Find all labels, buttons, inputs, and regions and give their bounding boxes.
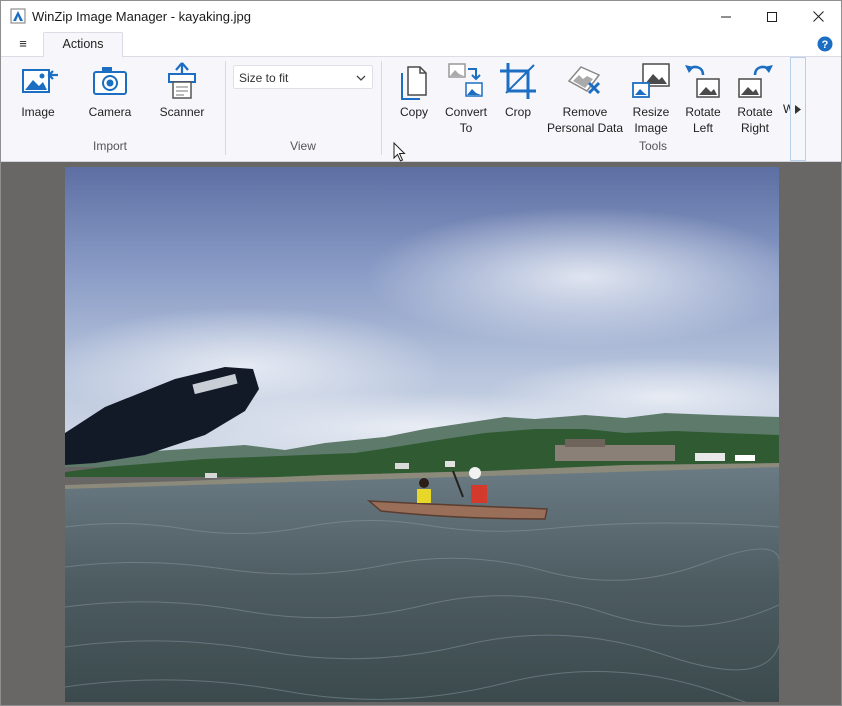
remove-personal-data-button[interactable]: Remove Personal Data <box>546 61 624 137</box>
import-image-label: Image <box>21 105 55 119</box>
convert-icon <box>448 63 483 97</box>
convert-to-line1: Convert <box>444 105 488 119</box>
rotate-left-line1: Rotate <box>685 105 721 119</box>
remove-personal-data-label: Remove Personal Data <box>547 104 623 136</box>
maximize-icon <box>767 11 777 22</box>
rotate-right-line2: Right <box>740 121 769 135</box>
view-size-dropdown[interactable]: Size to fit <box>233 65 373 89</box>
resize-image-icon <box>632 63 670 98</box>
view-size-value: Size to fit <box>239 71 289 85</box>
minimize-icon <box>721 16 731 17</box>
rotate-left-button[interactable]: Rotate Left <box>681 61 725 137</box>
rotate-right-icon <box>738 65 773 98</box>
tab-actions[interactable]: Actions <box>43 32 123 57</box>
rotate-left-icon <box>685 65 720 98</box>
mouse-cursor-icon <box>393 142 406 162</box>
rotate-left-line2: Left <box>692 121 713 135</box>
ribbon-scroll-right-button[interactable] <box>790 57 806 161</box>
remove-line2: Personal Data <box>546 121 624 135</box>
ribbon-separator <box>225 61 226 155</box>
chevron-down-icon <box>356 75 366 81</box>
ribbon: Image Camera Scanner Import Size to fit … <box>1 56 841 162</box>
import-camera-label: Camera <box>88 105 132 119</box>
image-canvas[interactable] <box>1 162 841 705</box>
convert-to-label: Convert To <box>445 104 487 136</box>
photo-image <box>65 167 779 702</box>
convert-to-button[interactable]: Convert To <box>441 61 491 137</box>
help-icon[interactable]: ? <box>817 36 833 52</box>
app-window: WinZip Image Manager - kayaking.jpg ≡ Ac… <box>0 0 842 706</box>
import-image-button[interactable]: Image <box>15 61 61 137</box>
crop-label: Crop <box>504 105 531 119</box>
winzip-app-icon <box>10 8 26 24</box>
tools-group-label: Tools <box>638 139 667 153</box>
ribbon-separator <box>381 61 382 155</box>
remove-personal-data-icon <box>567 66 601 95</box>
maximize-button[interactable] <box>749 1 795 32</box>
crop-icon <box>500 63 536 99</box>
hamburger-menu-button[interactable]: ≡ <box>13 35 33 53</box>
scanner-icon <box>168 62 196 99</box>
import-scanner-button[interactable]: Scanner <box>155 61 209 137</box>
resize-line1: Resize <box>632 105 670 119</box>
title-bar: WinZip Image Manager - kayaking.jpg <box>1 1 841 32</box>
close-icon <box>812 11 824 22</box>
copy-icon <box>401 66 427 100</box>
import-group-label: Import <box>92 139 127 153</box>
import-scanner-label: Scanner <box>159 105 205 119</box>
copy-button[interactable]: Copy <box>393 61 435 137</box>
resize-image-label: Resize Image <box>633 104 670 136</box>
image-import-icon <box>22 69 58 93</box>
copy-label: Copy <box>399 105 428 119</box>
minimize-button[interactable] <box>703 1 749 32</box>
resize-line2: Image <box>634 121 668 135</box>
close-button[interactable] <box>795 1 841 32</box>
resize-image-button[interactable]: Resize Image <box>629 61 673 137</box>
ribbon-tab-row: ≡ Actions ? <box>1 32 841 57</box>
window-title: WinZip Image Manager - kayaking.jpg <box>32 9 251 24</box>
camera-icon <box>93 67 127 95</box>
rotate-right-label: Rotate Right <box>737 104 772 136</box>
convert-to-line2: To <box>459 121 473 135</box>
svg-text:?: ? <box>822 39 829 51</box>
chevron-right-icon <box>795 105 801 114</box>
rotate-right-button[interactable]: Rotate Right <box>733 61 777 137</box>
crop-button[interactable]: Crop <box>498 61 538 137</box>
rotate-right-line1: Rotate <box>737 105 773 119</box>
view-group-label: View <box>290 139 316 153</box>
photo-kayaking[interactable] <box>65 167 779 702</box>
rotate-left-label: Rotate Left <box>685 104 720 136</box>
import-camera-button[interactable]: Camera <box>85 61 135 137</box>
remove-line1: Remove <box>562 105 608 119</box>
